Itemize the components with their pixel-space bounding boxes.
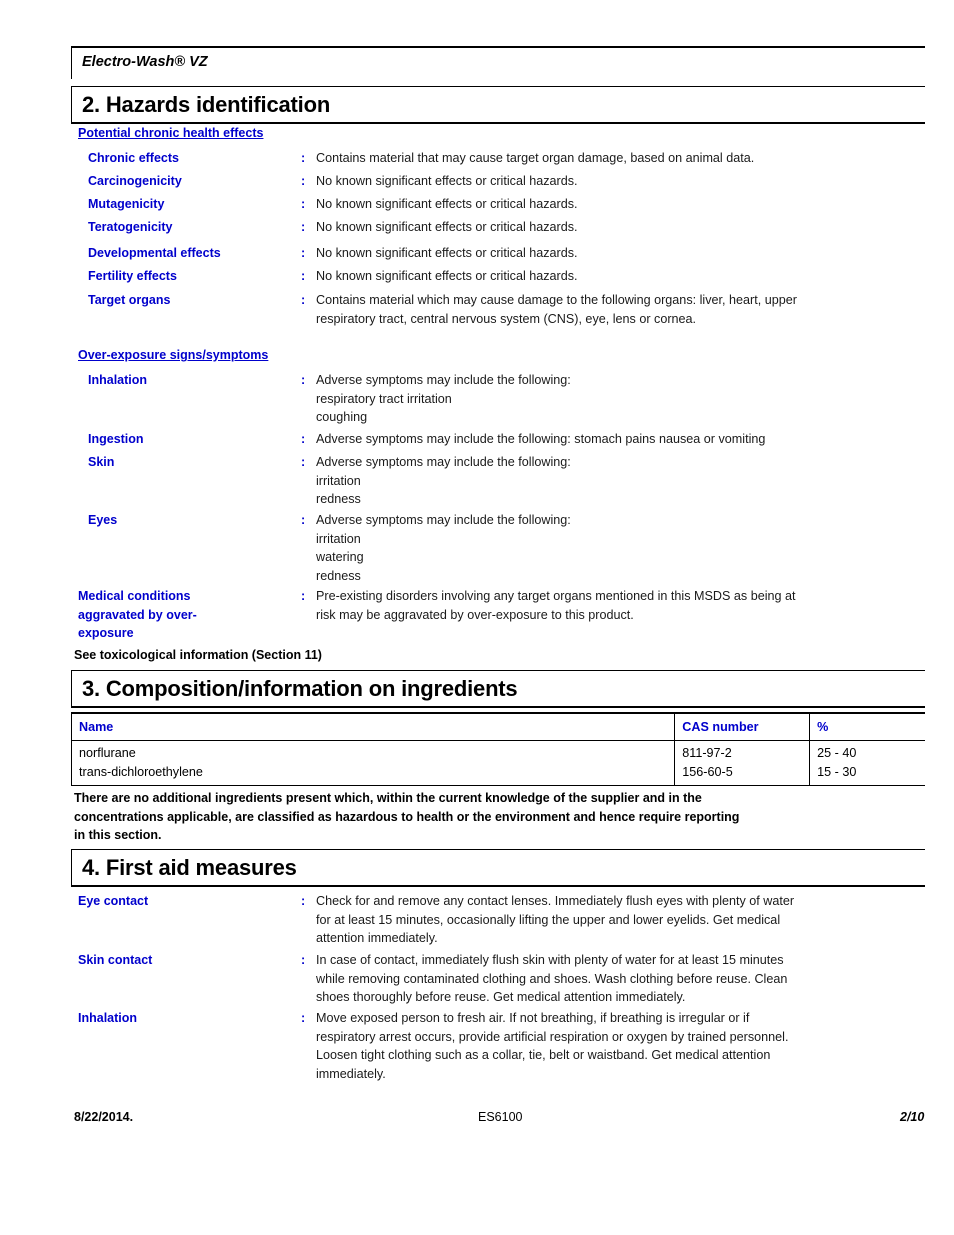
group-heading-potential-chronic-health-effects: Potential chronic health effects [78,126,264,140]
section-3-title: 3. Composition/information on ingredient… [82,675,518,701]
row-colon: : [301,293,306,307]
section-4-title: 4. First aid measures [82,854,297,880]
row-colon: : [301,220,306,234]
table-row: trans-dichloroethylene [79,764,203,779]
table-row: 156-60-5 [682,764,733,779]
row-value: Check for and remove any contact lenses.… [316,894,795,945]
see-toxicological-information-note: See toxicological information (Section 1… [74,648,322,662]
row-value: Adverse symptoms may include the followi… [316,455,571,506]
table-header-row: Name CAS number % [72,714,925,741]
row-colon: : [301,953,306,967]
row-label: Inhalation [78,1011,138,1025]
row-label: Inhalation [88,373,148,387]
row-colon: : [301,1011,306,1025]
row-value: No known significant effects or critical… [316,197,578,211]
row-label: Carcinogenicity [88,174,182,188]
row-colon: : [301,513,306,527]
row-value: Contains material that may cause target … [316,151,755,165]
section-header-first-aid-measures: 4. First aid measures [71,849,925,887]
row-colon: : [301,455,306,469]
product-title: Electro-Wash® VZ [82,54,208,70]
row-value: Move exposed person to fresh air. If not… [316,1011,789,1081]
row-value: No known significant effects or critical… [316,269,578,283]
row-value: Pre-existing disorders involving any tar… [316,589,796,622]
row-colon: : [301,373,306,387]
table-cell-names: norflurane trans-dichloroethylene [72,741,676,785]
table-row: 811-97-2 [682,746,732,760]
table-cell-cas-numbers: 811-97-2 156-60-5 [675,741,811,785]
row-value: Contains material which may cause damage… [316,293,797,326]
row-label: Target organs [88,293,171,307]
row-label: Eye contact [78,894,149,908]
row-label: Chronic effects [88,151,179,165]
row-colon: : [301,894,306,908]
row-value: Adverse symptoms may include the followi… [316,373,571,424]
row-colon: : [301,269,306,283]
row-colon: : [301,174,306,188]
row-label: Teratogenicity [88,220,173,234]
section-2-title: 2. Hazards identification [82,91,331,117]
row-value: No known significant effects or critical… [316,220,578,234]
row-value: No known significant effects or critical… [316,174,578,188]
table-body: norflurane trans-dichloroethylene 811-97… [72,741,925,786]
row-colon: : [301,589,306,603]
row-colon: : [301,151,306,165]
row-label: Ingestion [88,432,144,446]
table-header-name: Name [72,714,676,740]
row-value: Adverse symptoms may include the followi… [316,432,766,446]
table-header-percent: % [817,720,829,734]
footer-date: 8/22/2014. [74,1110,134,1124]
footer-product-code: ES6100 [478,1110,523,1124]
row-label: Fertility effects [88,269,177,283]
row-colon: : [301,197,306,211]
row-label: Skin [88,455,115,469]
row-value: No known significant effects or critical… [316,246,578,260]
row-label: Medical conditions aggravated by over- e… [78,589,197,640]
page-footer: 8/22/2014. ES6100 2/10 [0,1108,954,1130]
row-colon: : [301,432,306,446]
table-row: norflurane [79,746,136,760]
row-label: Eyes [88,513,118,527]
no-additional-ingredients-note: There are no additional ingredients pres… [74,791,740,842]
row-label: Developmental effects [88,246,221,260]
table-row: 15 - 30 [817,764,857,779]
row-value: In case of contact, immediately flush sk… [316,953,788,1004]
row-label: Mutagenicity [88,197,165,211]
ingredients-table: Name CAS number % norflurane trans-dichl… [71,712,925,786]
table-cell-percents: 25 - 40 15 - 30 [810,741,925,785]
msds-page: Electro-Wash® VZ 2. Hazards identificati… [0,0,954,1235]
row-colon: : [301,246,306,260]
row-label: Skin contact [78,953,153,967]
row-value: Adverse symptoms may include the followi… [316,513,571,583]
footer-page-number: 2/10 [900,1110,925,1124]
table-header-cas-number: CAS number [675,714,811,740]
table-row: 25 - 40 [817,746,857,760]
section-header-hazards-identification: 2. Hazards identification [71,86,925,124]
section-header-composition-information: 3. Composition/information on ingredient… [71,670,925,708]
product-running-header: Electro-Wash® VZ [71,46,925,79]
group-heading-over-exposure-signs-symptoms: Over-exposure signs/symptoms [78,348,269,362]
